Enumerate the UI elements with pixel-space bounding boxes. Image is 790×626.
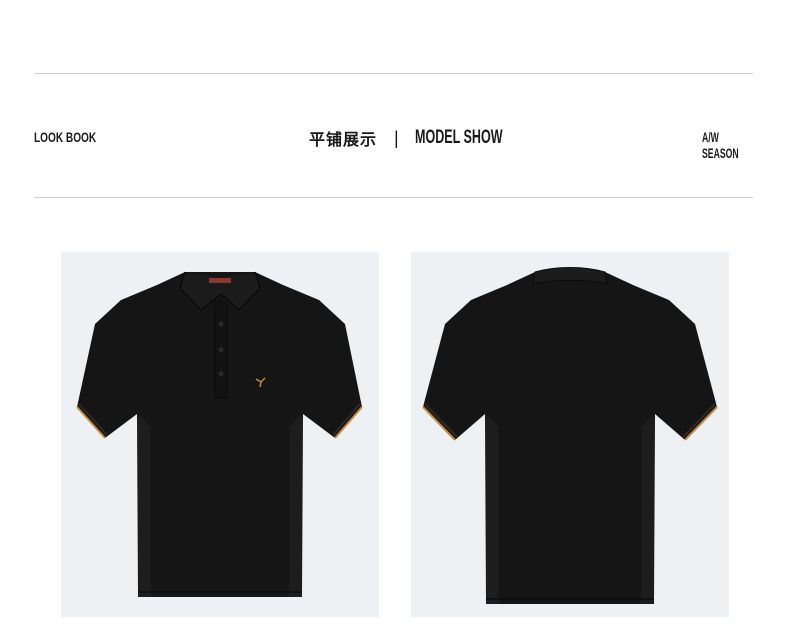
polo-back-image [422,267,718,604]
section-title-en: MODEL SHOW [414,127,503,148]
section-title: 平铺展示 | MODEL SHOW [309,126,547,150]
title-separator: | [394,128,399,148]
polo-front-image [76,271,363,597]
product-photo-front [61,252,379,617]
bottom-divider [34,197,753,198]
top-divider [34,73,753,74]
lookbook-label: LOOK BOOK [34,129,97,145]
section-title-zh: 平铺展示 [309,130,378,149]
product-photo-back [411,252,729,617]
season-label: A/W SEASON [702,129,739,161]
